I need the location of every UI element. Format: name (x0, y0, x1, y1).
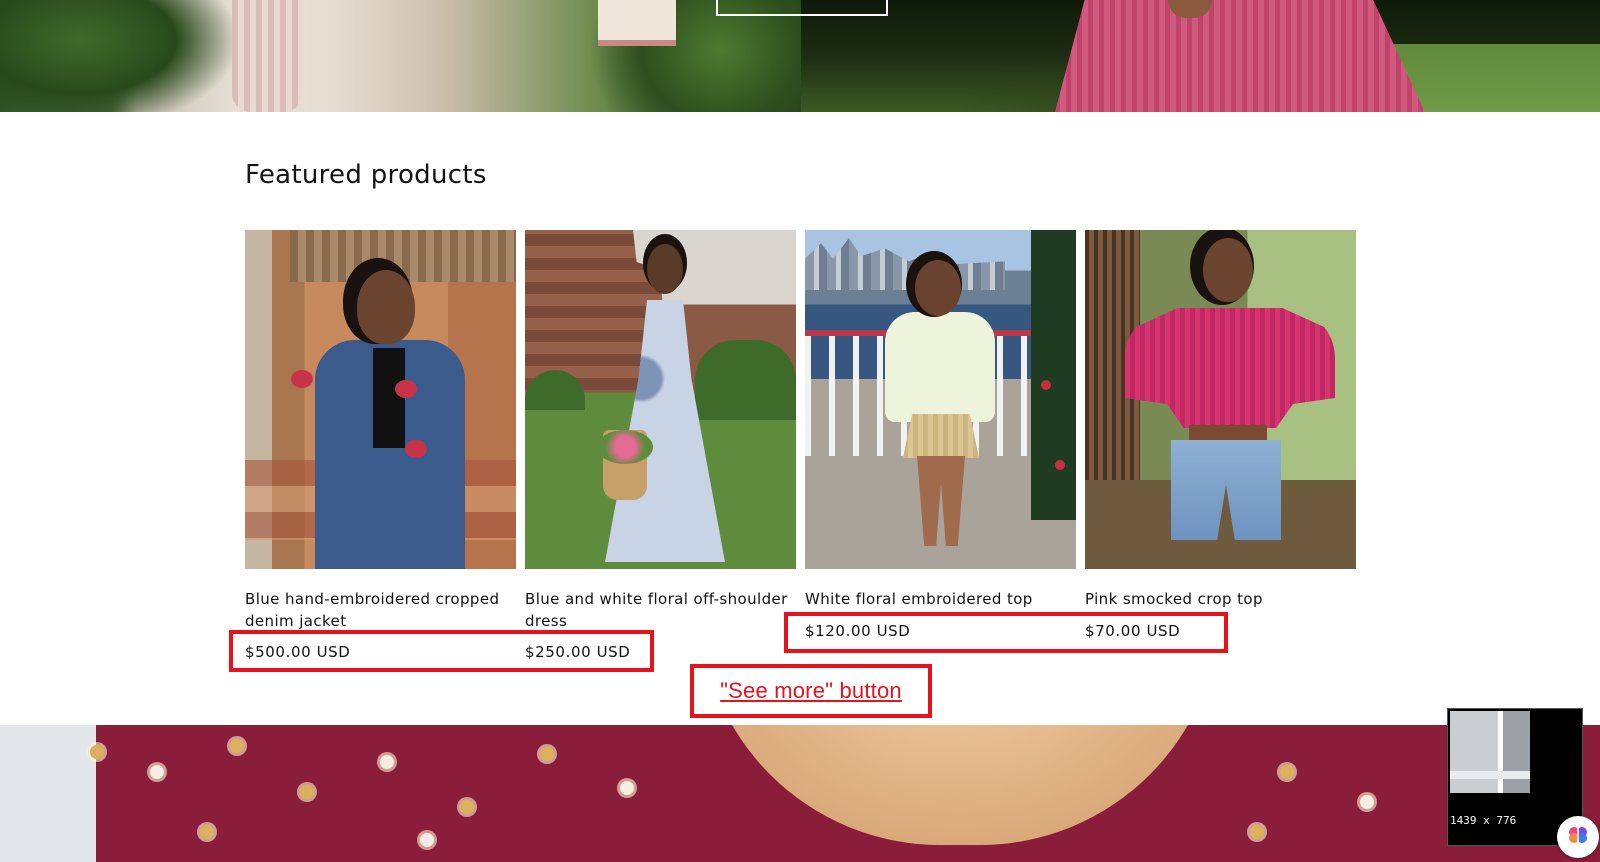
product-image-pink-top[interactable] (1085, 230, 1356, 569)
product-grid: Blue hand-embroidered cropped denim jack… (245, 230, 1357, 670)
preview-thumbnail (1450, 711, 1530, 793)
product-card-white-top[interactable]: White floral embroidered top $120.00 USD (805, 230, 1076, 640)
brain-icon (1566, 823, 1590, 851)
product-card-jacket[interactable]: Blue hand-embroidered cropped denim jack… (245, 230, 516, 661)
hero-image-left (0, 0, 801, 112)
hero-banner-top (0, 0, 1600, 112)
assistant-button[interactable] (1557, 816, 1599, 858)
see-more-button[interactable]: "See more" button (690, 664, 932, 718)
product-card-pink-top[interactable]: Pink smocked crop top $70.00 USD (1085, 230, 1356, 640)
price-highlight-box-right (784, 612, 1228, 653)
product-image-dress[interactable] (525, 230, 796, 569)
product-title[interactable]: Pink smocked crop top (1085, 588, 1356, 610)
section-title: Featured products (245, 160, 487, 190)
hero-banner-bottom (0, 725, 1600, 862)
product-image-white-top[interactable] (805, 230, 1076, 569)
product-title[interactable]: Blue hand-embroidered cropped denim jack… (245, 588, 516, 632)
hero-cta-button[interactable] (716, 0, 888, 16)
price-highlight-box-left (229, 630, 654, 672)
product-card-dress[interactable]: Blue and white floral off-shoulder dress… (525, 230, 796, 661)
hero-pink-dress (1055, 0, 1425, 112)
product-image-jacket[interactable] (245, 230, 516, 569)
hero-grass (1390, 44, 1600, 112)
product-title[interactable]: Blue and white floral off-shoulder dress (525, 588, 796, 632)
hero-cuff-detail (598, 0, 676, 46)
see-more-label[interactable]: "See more" button (694, 668, 928, 714)
hero-sleeve-detail (232, 0, 302, 112)
product-title[interactable]: White floral embroidered top (805, 588, 1076, 610)
